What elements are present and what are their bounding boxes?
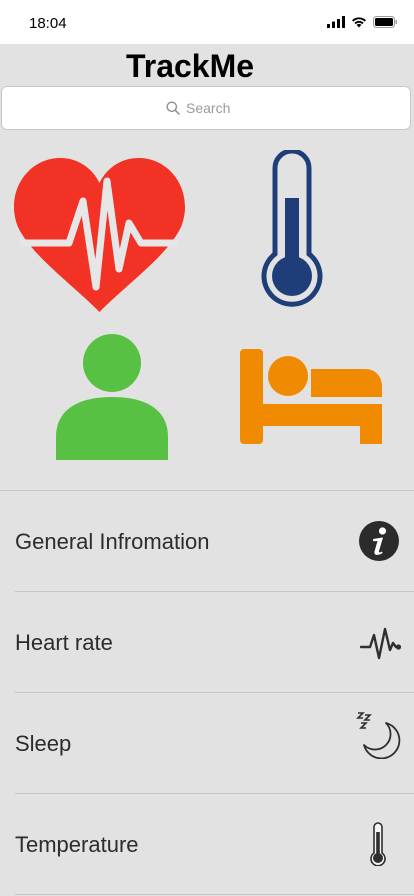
search-input[interactable] bbox=[186, 100, 246, 116]
heart-rate-tile[interactable] bbox=[13, 157, 186, 313]
wifi-icon bbox=[352, 17, 366, 28]
status-time: 18:04 bbox=[29, 15, 67, 32]
sleep-tile[interactable] bbox=[240, 349, 383, 445]
list-item-label: Heart rate bbox=[15, 630, 113, 655]
list-item-label: General Infromation bbox=[15, 529, 210, 554]
bed-icon bbox=[240, 349, 382, 444]
info-icon bbox=[359, 521, 399, 561]
moon-zzz-icon bbox=[356, 712, 401, 759]
pulse-icon bbox=[360, 627, 402, 660]
list-item-heart-rate[interactable]: Heart rate bbox=[0, 592, 414, 692]
app-title: TrackMe bbox=[125, 48, 255, 84]
list-item-sleep[interactable]: Sleep bbox=[0, 693, 414, 793]
list-divider bbox=[15, 894, 414, 895]
list-item-label: Temperature bbox=[15, 832, 139, 857]
search-bar[interactable] bbox=[1, 86, 411, 130]
list-item-general-information[interactable]: General Infromation bbox=[0, 491, 414, 591]
search-inner bbox=[166, 100, 246, 116]
person-icon bbox=[56, 334, 168, 460]
status-icons bbox=[327, 16, 398, 28]
list-item-temperature[interactable]: Temperature bbox=[0, 794, 414, 894]
battery-icon bbox=[373, 16, 397, 28]
cellular-signal-icon bbox=[327, 16, 345, 28]
profile-tile[interactable] bbox=[55, 333, 169, 461]
search-icon bbox=[166, 101, 180, 115]
heartbeat-heart-icon bbox=[13, 157, 186, 312]
list-item-label: Sleep bbox=[15, 731, 72, 756]
thermometer-icon bbox=[261, 150, 323, 307]
thermometer-small-icon bbox=[370, 822, 386, 866]
temperature-tile[interactable] bbox=[260, 150, 324, 308]
status-bar: 18:04 bbox=[0, 0, 414, 44]
